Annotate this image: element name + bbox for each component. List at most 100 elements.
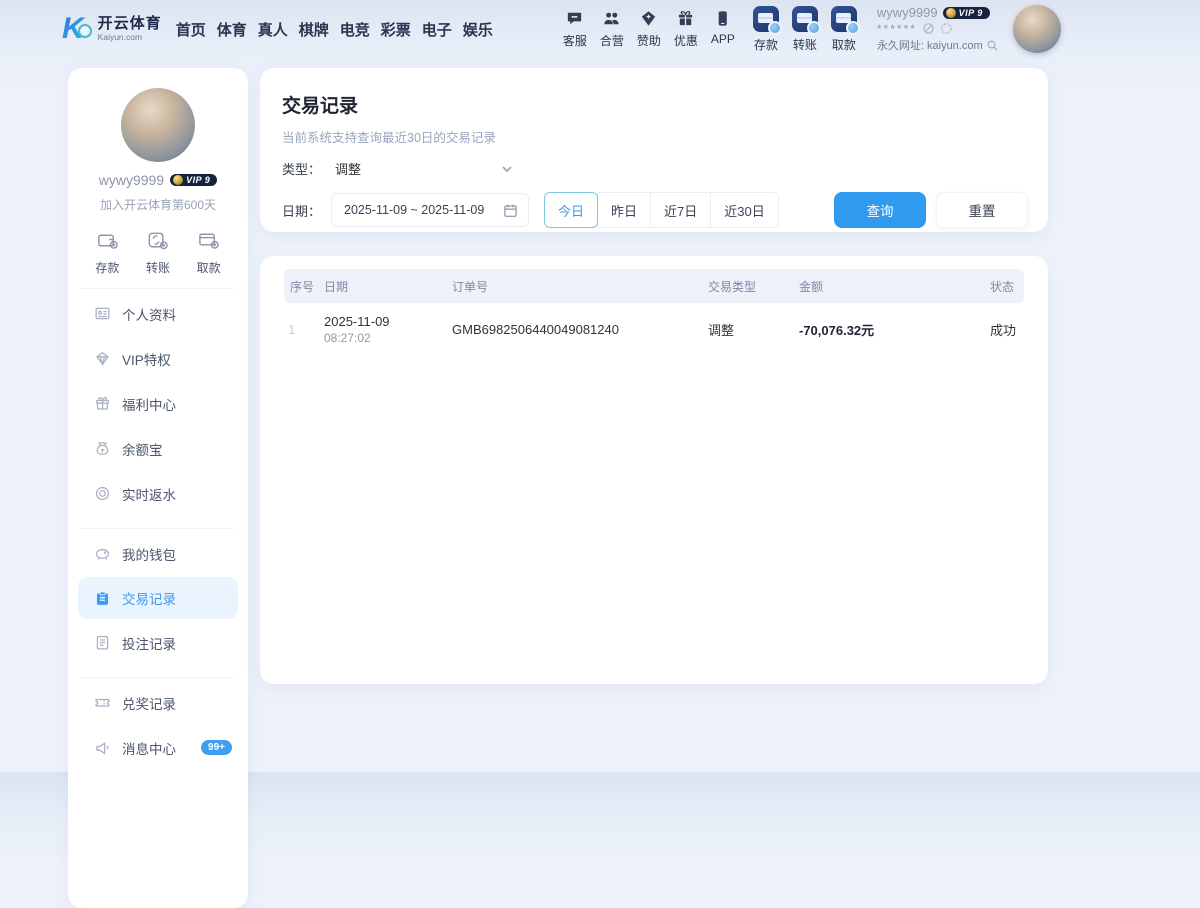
top-header: K 开云体育 Kaiyun.com 首页 体育 真人 棋牌 电竞 彩票 电子 娱… bbox=[0, 0, 1200, 58]
sidebar-deposit-button[interactable]: 存款 bbox=[95, 229, 119, 276]
search-icon[interactable] bbox=[986, 39, 999, 52]
date-range-presets: 今日 昨日 近7日 近30日 bbox=[545, 192, 779, 228]
sidebar-item-rebate[interactable]: 实时返水 bbox=[68, 471, 248, 516]
sidebar-item-prizes[interactable]: 兑奖记录 bbox=[68, 680, 248, 725]
page-title: 交易记录 bbox=[282, 91, 1028, 118]
megaphone-icon bbox=[94, 739, 111, 756]
sidebar-item-vip[interactable]: VIP特权 bbox=[68, 336, 248, 381]
row-status: 成功 bbox=[990, 320, 1024, 339]
brand-name: 开云体育 bbox=[98, 16, 162, 33]
divider bbox=[82, 677, 234, 678]
nav-item-sports[interactable]: 体育 bbox=[217, 19, 247, 40]
sidebar-item-benefits[interactable]: 福利中心 bbox=[68, 381, 248, 426]
range-yesterday-button[interactable]: 昨日 bbox=[597, 192, 651, 228]
eye-hidden-icon[interactable] bbox=[922, 22, 935, 35]
vip-badge: VIP 9 bbox=[943, 7, 990, 19]
type-select[interactable]: 调整 bbox=[335, 159, 361, 178]
sidebar-item-bets[interactable]: 投注记录 bbox=[68, 620, 248, 665]
range-30days-button[interactable]: 近30日 bbox=[710, 192, 778, 228]
col-index: 序号 bbox=[284, 278, 324, 295]
rebate-icon bbox=[94, 485, 111, 502]
sidebar-item-wallet[interactable]: 我的钱包 bbox=[68, 531, 248, 576]
sidebar-transfer-button[interactable]: 转账 bbox=[146, 229, 170, 276]
col-amount: 金额 bbox=[799, 278, 990, 295]
row-time: 08:27:02 bbox=[324, 331, 452, 345]
brand-domain: Kaiyun.com bbox=[98, 33, 162, 42]
nav-item-lottery[interactable]: 彩票 bbox=[381, 19, 411, 40]
chevron-down-icon[interactable] bbox=[500, 162, 514, 176]
partnership-button[interactable]: 合营 bbox=[600, 9, 624, 49]
transfer-button[interactable]: 转账 bbox=[792, 6, 818, 53]
ticket-icon bbox=[94, 694, 111, 711]
calendar-icon bbox=[503, 203, 518, 218]
type-label: 类型： bbox=[282, 159, 321, 178]
divider bbox=[82, 528, 234, 529]
profile-avatar[interactable] bbox=[121, 88, 195, 162]
sidebar-withdraw-button[interactable]: 取款 bbox=[197, 229, 221, 276]
row-amount: -70,076.32元 bbox=[799, 320, 990, 339]
bet-record-icon bbox=[94, 634, 111, 651]
permanent-url: 永久网址: kaiyun.com bbox=[877, 37, 999, 53]
user-avatar[interactable] bbox=[1013, 5, 1061, 53]
nav-item-live[interactable]: 真人 bbox=[258, 19, 288, 40]
profile-username: wywy9999 bbox=[99, 172, 164, 188]
app-download-button[interactable]: APP bbox=[711, 9, 735, 49]
col-type: 交易类型 bbox=[708, 278, 799, 295]
deposit-button[interactable]: 存款 bbox=[753, 6, 779, 53]
col-order: 订单号 bbox=[452, 278, 708, 295]
type-filter: 类型： 调整 bbox=[282, 159, 514, 178]
nav-item-entertainment[interactable]: 娱乐 bbox=[463, 19, 493, 40]
masked-balance: ****** bbox=[877, 23, 917, 35]
quick-actions: 存款 转账 取款 bbox=[68, 229, 248, 276]
nav-item-home[interactable]: 首页 bbox=[176, 19, 206, 40]
date-range-input[interactable]: 2025-11-09 ~ 2025-11-09 bbox=[331, 193, 529, 227]
brand-logo[interactable]: K 开云体育 Kaiyun.com bbox=[62, 14, 162, 44]
vip-diamond-icon bbox=[94, 350, 111, 367]
deposit-card-icon bbox=[753, 6, 779, 32]
reset-button[interactable]: 重置 bbox=[936, 192, 1028, 228]
app-icon bbox=[713, 9, 732, 28]
user-info: wywy9999 VIP 9 ****** 永久网址: kaiyun.com bbox=[877, 5, 999, 53]
money-bag-icon bbox=[94, 440, 111, 457]
message-count-badge: 99+ bbox=[201, 740, 232, 755]
quick-icons: 客服 合营 赞助 优惠 APP bbox=[563, 9, 735, 49]
row-index: 1 bbox=[284, 322, 324, 337]
joined-days-label: 加入开云体育第600天 bbox=[68, 196, 248, 213]
transfer-outline-icon bbox=[146, 229, 169, 252]
promotions-button[interactable]: 优惠 bbox=[674, 9, 698, 49]
nav-item-esports[interactable]: 电竞 bbox=[340, 19, 370, 40]
page-subtitle: 当前系统支持查询最近30日的交易记录 bbox=[282, 127, 1028, 146]
sidebar-item-profile[interactable]: 个人资料 bbox=[68, 291, 248, 336]
main-nav: 首页 体育 真人 棋牌 电竞 彩票 电子 娱乐 bbox=[176, 19, 493, 40]
nav-item-cards[interactable]: 棋牌 bbox=[299, 19, 329, 40]
date-label: 日期： bbox=[282, 201, 321, 220]
col-status: 状态 bbox=[990, 278, 1024, 295]
range-today-button[interactable]: 今日 bbox=[544, 192, 598, 228]
nav-item-slots[interactable]: 电子 bbox=[422, 19, 452, 40]
customer-service-button[interactable]: 客服 bbox=[563, 9, 587, 49]
transfer-card-icon bbox=[792, 6, 818, 32]
vip-gem-icon bbox=[946, 8, 956, 18]
withdraw-card-icon bbox=[831, 6, 857, 32]
piggy-bank-icon bbox=[94, 545, 111, 562]
sponsor-button[interactable]: 赞助 bbox=[637, 9, 661, 49]
refresh-icon[interactable] bbox=[940, 22, 953, 35]
withdraw-button[interactable]: 取款 bbox=[831, 6, 857, 53]
divider bbox=[82, 288, 234, 289]
vip-gem-icon bbox=[173, 175, 183, 185]
transaction-record-icon bbox=[94, 590, 111, 607]
range-7days-button[interactable]: 近7日 bbox=[650, 192, 711, 228]
card-outline-icon bbox=[197, 229, 220, 252]
row-order-number: GMB6982506440049081240 bbox=[452, 322, 708, 337]
sidebar-item-yuebao[interactable]: 余额宝 bbox=[68, 426, 248, 471]
row-date: 2025-11-09 08:27:02 bbox=[324, 314, 452, 345]
sidebar-item-transactions[interactable]: 交易记录 bbox=[78, 577, 238, 619]
filter-panel: 交易记录 当前系统支持查询最近30日的交易记录 类型： 调整 日期： 2025-… bbox=[260, 68, 1048, 232]
col-date: 日期 bbox=[324, 278, 452, 295]
partners-icon bbox=[602, 9, 621, 28]
table-header: 序号 日期 订单号 交易类型 金额 状态 bbox=[284, 269, 1024, 303]
sponsor-icon bbox=[639, 9, 658, 28]
query-button[interactable]: 查询 bbox=[834, 192, 926, 228]
sidebar-item-messages[interactable]: 消息中心 99+ bbox=[68, 725, 248, 770]
sidebar: wywy9999 VIP 9 加入开云体育第600天 存款 转账 取款 个 bbox=[68, 68, 248, 908]
